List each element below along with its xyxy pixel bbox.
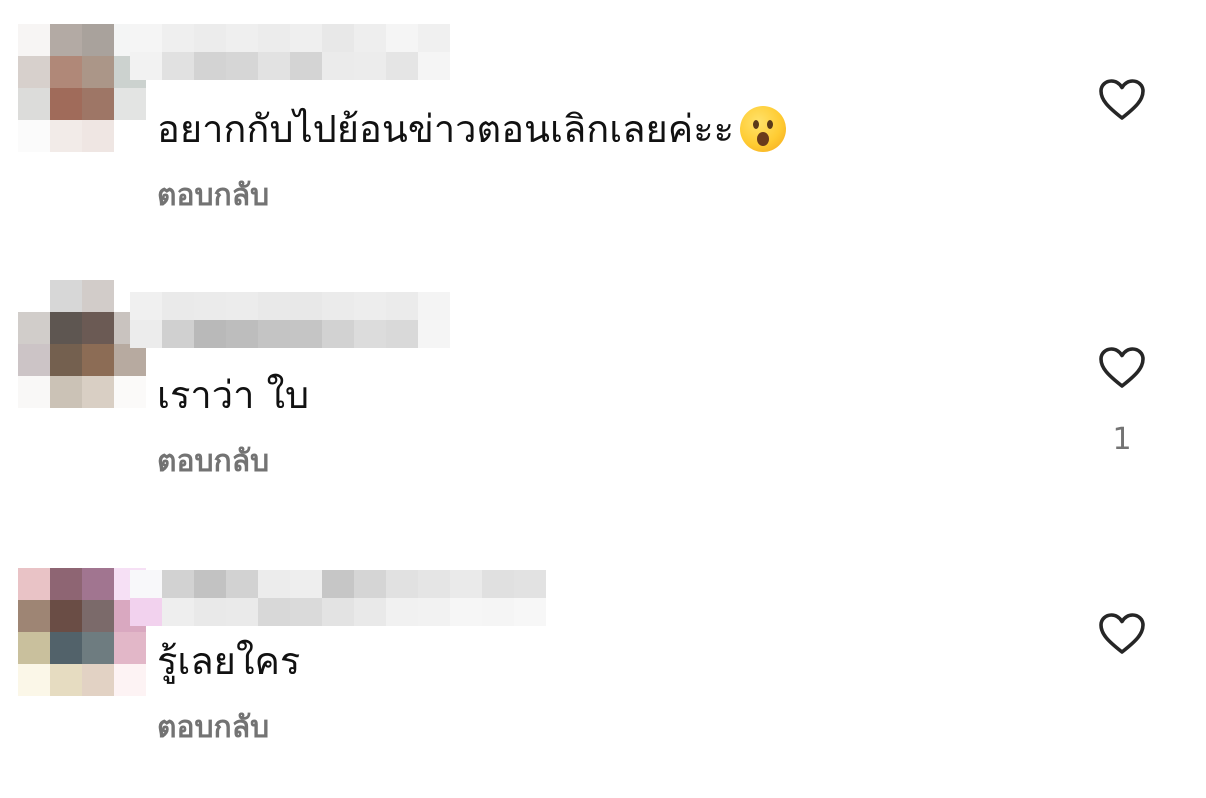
heart-outline-icon (1099, 613, 1145, 654)
reply-button[interactable]: ตอบกลับ (157, 704, 269, 751)
heart-outline-icon (1099, 79, 1145, 120)
comment-body: เราว่า ใบ (157, 373, 310, 417)
comment-text: อยากกับไปย้อนข่าวตอนเลิกเลยค่ะะ (157, 98, 787, 159)
like-button[interactable] (1098, 346, 1146, 390)
comment-body: รู้เลยใคร (157, 639, 301, 683)
username-redacted[interactable] (130, 292, 450, 348)
comment-item: เราว่า ใบ ตอบกลับ 1 (0, 266, 1206, 532)
comment-item: อยากกับไปย้อนข่าวตอนเลิกเลยค่ะะ ตอบกลับ (0, 0, 1206, 266)
username-redacted[interactable] (130, 24, 450, 80)
username-redacted[interactable] (130, 570, 546, 626)
avatar[interactable] (18, 280, 146, 408)
like-count: 1 (1112, 422, 1132, 457)
avatar[interactable] (18, 568, 146, 696)
hushed-face-emoji (740, 105, 787, 152)
comment-item: รู้เลยใคร ตอบกลับ (0, 532, 1206, 798)
heart-outline-icon (1099, 347, 1145, 388)
like-button[interactable] (1098, 612, 1146, 656)
comment-text: เราว่า ใบ (157, 364, 309, 425)
comment-text: รู้เลยใคร (157, 630, 300, 691)
like-button[interactable] (1098, 78, 1146, 122)
reply-button[interactable]: ตอบกลับ (157, 172, 269, 219)
reply-button[interactable]: ตอบกลับ (157, 438, 269, 485)
comment-body: อยากกับไปย้อนข่าวตอนเลิกเลยค่ะะ (157, 107, 735, 151)
avatar[interactable] (18, 24, 146, 152)
